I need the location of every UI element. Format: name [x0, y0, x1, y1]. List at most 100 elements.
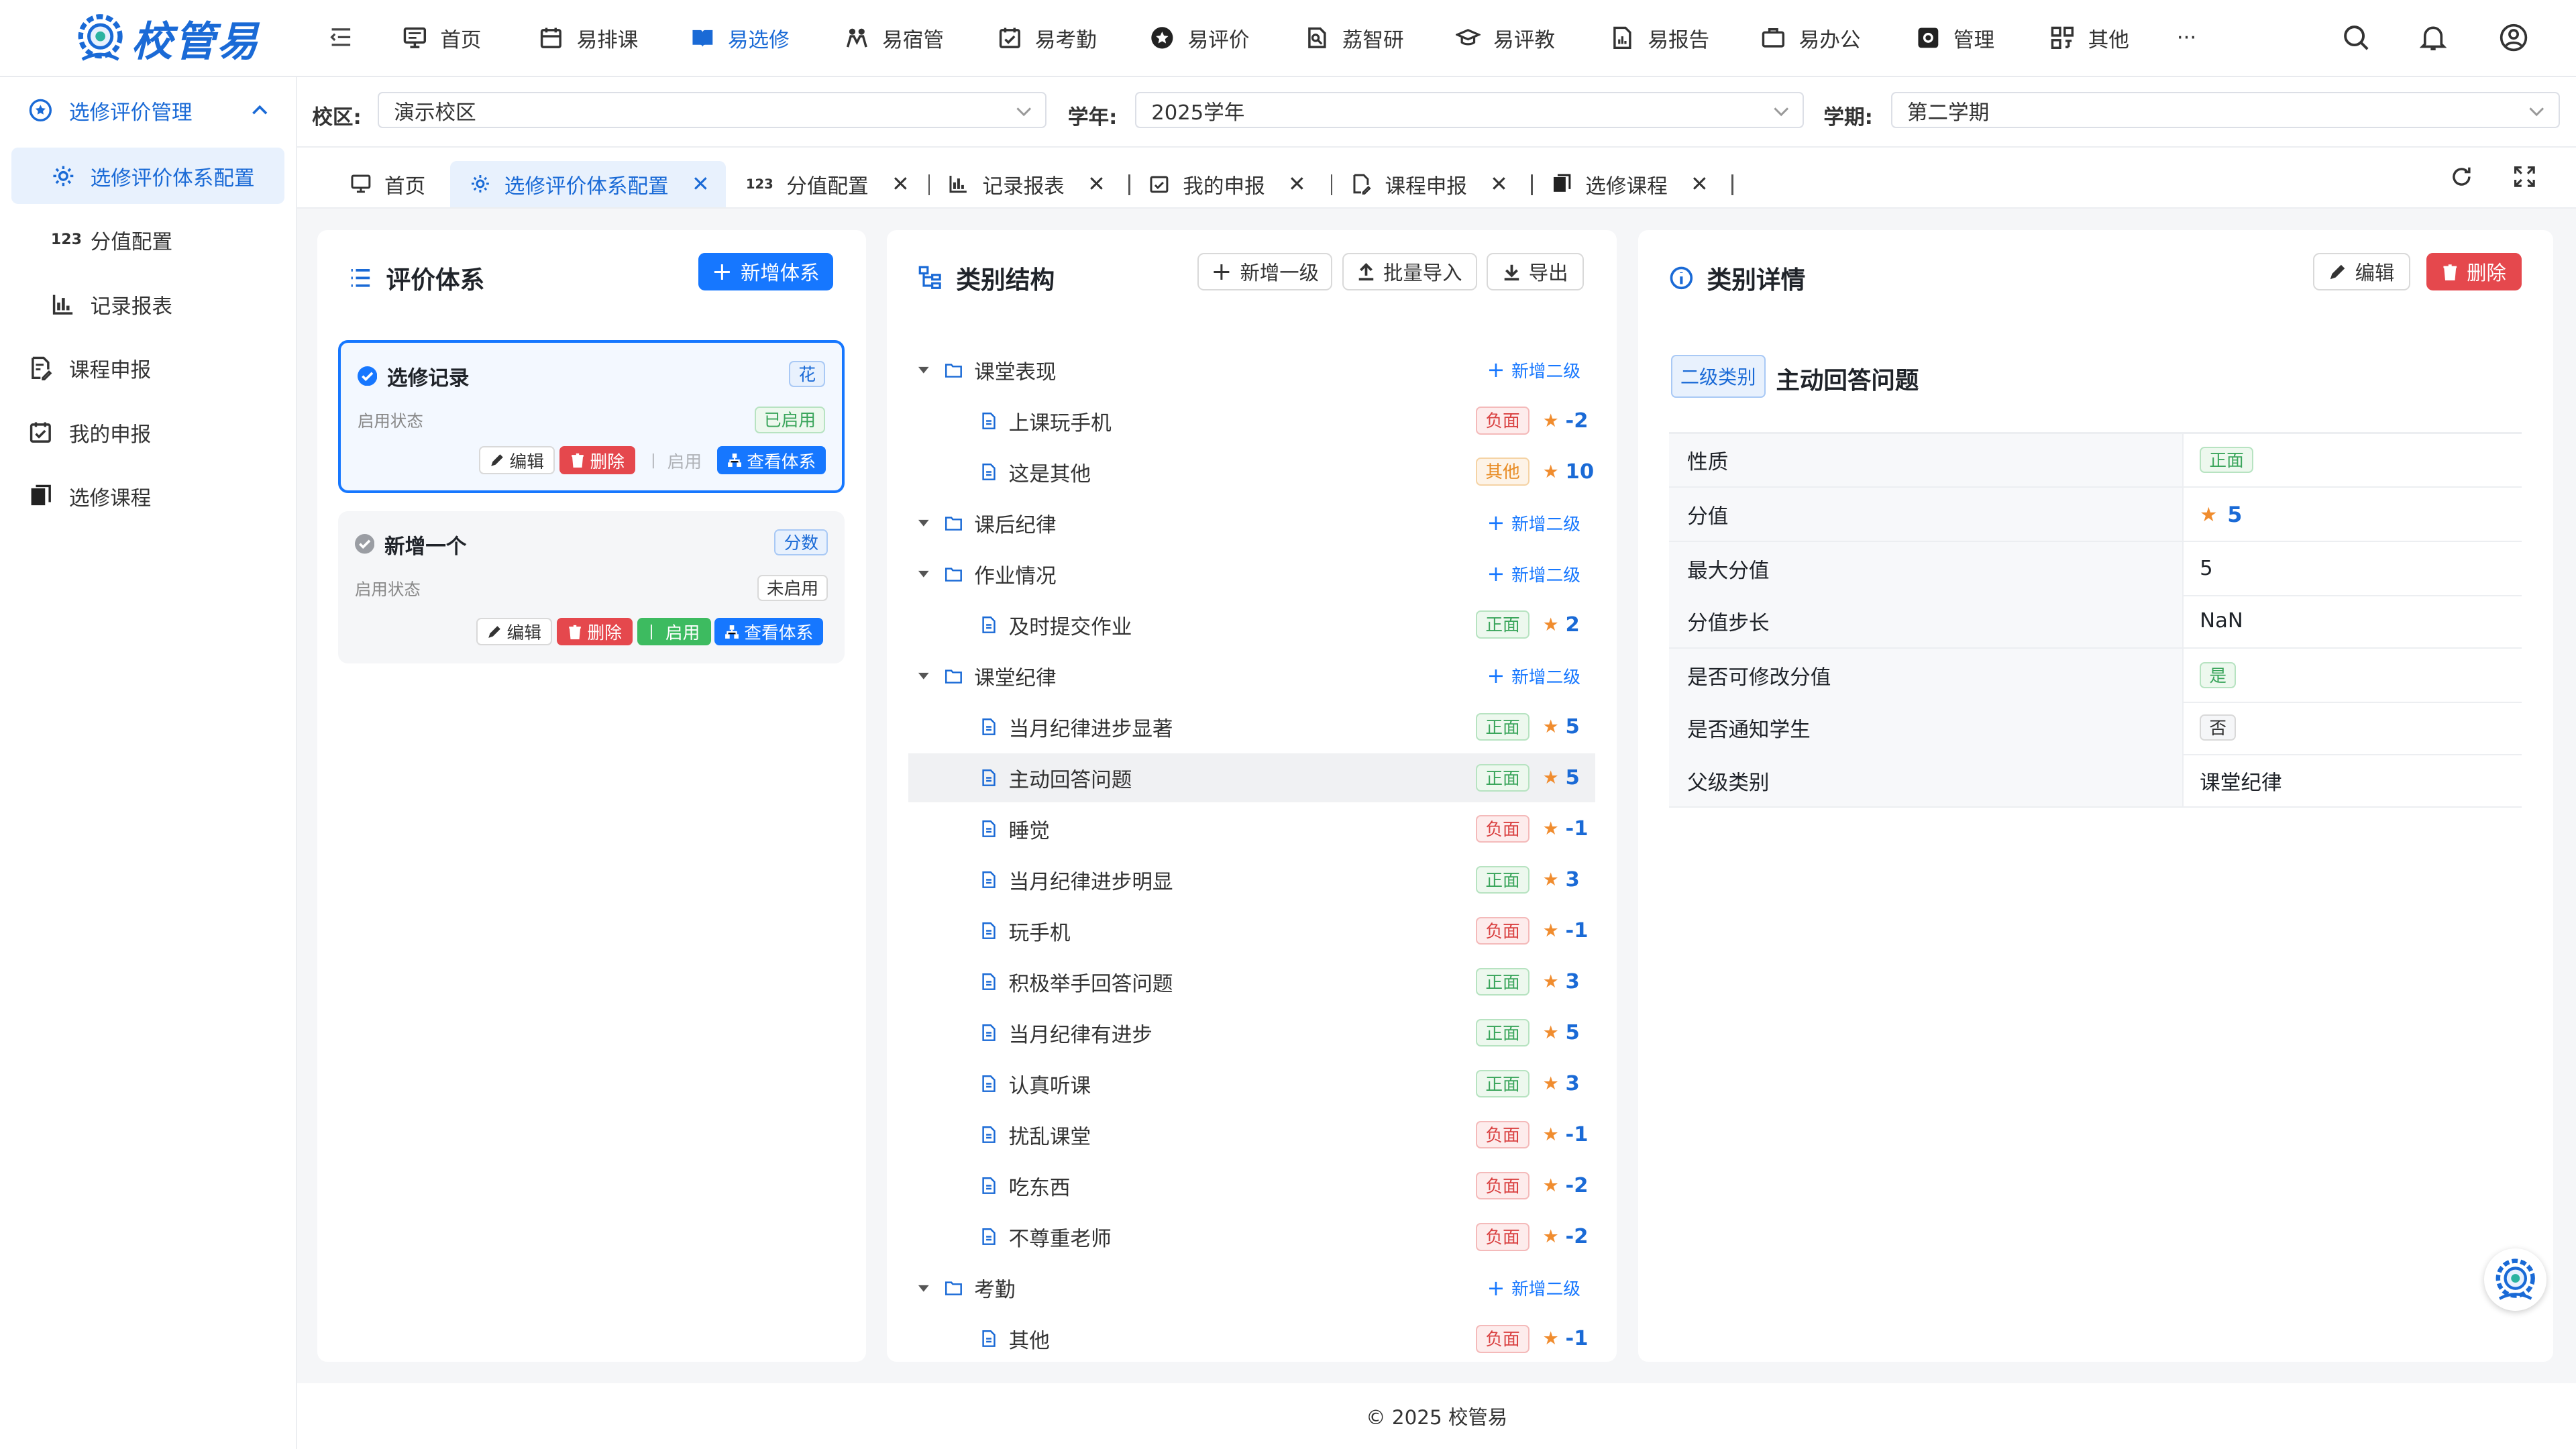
sidebar-item-eval-config[interactable]: 选修评价体系配置: [11, 148, 284, 204]
tab-eval-config[interactable]: 选修评价体系配置 ✕: [450, 160, 727, 207]
nav-dorm[interactable]: 易宿管: [845, 0, 944, 76]
add-sub-category-button[interactable]: + 新增二级: [1487, 1275, 1580, 1301]
sidebar-item-records-report[interactable]: 记录报表: [11, 276, 284, 331]
tree-item-row[interactable]: 当月纪律有进步 正面 ★ 5: [908, 1008, 1595, 1057]
nav-more[interactable]: ···: [2177, 0, 2196, 76]
tab-score-config[interactable]: 123 分值配置 ✕: [746, 161, 910, 207]
export-button[interactable]: 导出: [1487, 253, 1584, 291]
nav-teaching-eval[interactable]: 易评教: [1455, 0, 1555, 76]
sidebar-item-course-apply[interactable]: 课程申报: [11, 340, 284, 396]
tree-item-row[interactable]: 认真听课 正面 ★ 3: [908, 1059, 1595, 1108]
nav-research[interactable]: 荔智研: [1305, 0, 1404, 76]
tab-divider: [1330, 174, 1333, 196]
tree-group-row[interactable]: 考勤 + 新增二级: [908, 1263, 1595, 1312]
document-icon: [981, 616, 996, 633]
tree-item-row[interactable]: 主动回答问题 正面 ★ 5: [908, 753, 1595, 803]
caret-down-icon[interactable]: [917, 669, 930, 682]
tab-close-icon[interactable]: ✕: [1087, 171, 1106, 197]
edit-button[interactable]: 编辑: [476, 617, 552, 646]
logo[interactable]: 校管易: [72, 7, 260, 69]
nav-electives[interactable]: 易选修: [690, 0, 790, 76]
nav-office[interactable]: 易办公: [1761, 0, 1860, 76]
tree-item-row[interactable]: 及时提交作业 正面 ★ 2: [908, 600, 1595, 649]
tab-close-icon[interactable]: ✕: [692, 171, 710, 197]
nav-attendance[interactable]: 易考勤: [998, 0, 1097, 76]
tab-records-report[interactable]: 记录报表 ✕: [948, 161, 1106, 207]
tab-course-apply[interactable]: 课程申报 ✕: [1350, 161, 1508, 207]
edit-category-button[interactable]: 编辑: [2313, 253, 2410, 291]
tab-home[interactable]: 首页: [347, 161, 435, 207]
nav-admin[interactable]: 管理: [1916, 0, 1994, 76]
tree-item-row[interactable]: 这是其他 其他 ★ 10: [908, 447, 1595, 496]
caret-down-icon[interactable]: [917, 567, 930, 580]
tree-item-row[interactable]: 扰乱课堂 负面 ★ -1: [908, 1110, 1595, 1159]
sidebar-group-elective-eval[interactable]: 选修评价管理: [11, 82, 284, 138]
nav-report[interactable]: 易报告: [1610, 0, 1709, 76]
enable-button-disabled[interactable]: | 启用: [642, 446, 711, 474]
sidebar-item-score-config[interactable]: 123 分值配置: [11, 212, 284, 268]
enable-button[interactable]: | 启用: [637, 617, 712, 646]
tree-item-row[interactable]: 其他 负面 ★ -1: [908, 1314, 1595, 1363]
panel-title-text: 评价体系: [386, 265, 485, 294]
tree-item-row[interactable]: 当月纪律进步显著 正面 ★ 5: [908, 702, 1595, 751]
tree-item-row[interactable]: 积极举手回答问题 正面 ★ 3: [908, 957, 1595, 1006]
year-select[interactable]: 2025学年: [1135, 92, 1804, 128]
nav-other[interactable]: 其他: [2050, 0, 2129, 76]
tree-group-row[interactable]: 课堂表现 + 新增二级: [908, 345, 1595, 394]
delete-button[interactable]: 删除: [557, 617, 633, 646]
collapse-sidebar-icon[interactable]: [329, 25, 354, 50]
tree-item-row[interactable]: 吃东西 负面 ★ -2: [908, 1161, 1595, 1210]
tree-group-row[interactable]: 课后纪律 + 新增二级: [908, 498, 1595, 547]
delete-category-button[interactable]: 删除: [2426, 253, 2522, 291]
add-sub-category-button[interactable]: + 新增二级: [1487, 357, 1580, 382]
score-display: ★ 5: [1543, 766, 1589, 790]
nav-scheduling[interactable]: 易排课: [539, 0, 638, 76]
tab-close-icon[interactable]: ✕: [1288, 171, 1306, 197]
tree-item-row[interactable]: 不尊重老师 负面 ★ -2: [908, 1212, 1595, 1261]
tree-item-row[interactable]: 睡觉 负面 ★ -1: [908, 804, 1595, 853]
tab-my-apply[interactable]: 我的申报 ✕: [1148, 161, 1306, 207]
caret-down-icon[interactable]: [917, 516, 930, 529]
caret-down-icon[interactable]: [917, 1281, 930, 1295]
sidebar-item-elective-courses[interactable]: 选修课程: [11, 468, 284, 524]
view-system-button[interactable]: 查看体系: [714, 617, 823, 646]
edit-button[interactable]: 编辑: [479, 446, 555, 474]
tab-close-icon[interactable]: ✕: [1490, 171, 1508, 197]
refresh-icon[interactable]: [2449, 164, 2474, 189]
system-card[interactable]: 选修记录 花 启用状态 已启用 编辑 删除 | 启用 查看体系: [338, 339, 845, 493]
add-system-button[interactable]: + 新增体系: [698, 253, 833, 291]
batch-import-button[interactable]: 批量导入: [1342, 253, 1477, 291]
status-label: 启用状态: [357, 411, 423, 431]
tree-item-row[interactable]: 当月纪律进步明显 正面 ★ 3: [908, 855, 1595, 904]
term-select[interactable]: 第二学期: [1890, 92, 2560, 128]
tree-group-row[interactable]: 课堂纪律 + 新增二级: [908, 651, 1595, 700]
nav-evaluation[interactable]: 易评价: [1150, 0, 1249, 76]
tree-item-row[interactable]: 玩手机 负面 ★ -1: [908, 906, 1595, 955]
tree-group-row[interactable]: 作业情况 + 新增二级: [908, 549, 1595, 598]
caret-down-icon[interactable]: [917, 363, 930, 376]
add-sub-category-button[interactable]: + 新增二级: [1487, 510, 1580, 535]
add-sub-category-button[interactable]: + 新增二级: [1487, 561, 1580, 586]
delete-button[interactable]: 删除: [559, 446, 635, 474]
system-card[interactable]: 新增一个 分数 启用状态 未启用 编辑 删除 | 启用 查看体系: [338, 511, 845, 664]
score-value: 3: [1565, 970, 1580, 994]
sidebar-item-my-apply[interactable]: 我的申报: [11, 404, 284, 460]
logo-emblem-icon: [2496, 1258, 2535, 1300]
nav-home[interactable]: 首页: [402, 0, 482, 76]
view-system-button[interactable]: 查看体系: [717, 446, 826, 474]
tree-item-row[interactable]: 上课玩手机 负面 ★ -2: [908, 396, 1595, 445]
add-sub-category-button[interactable]: + 新增二级: [1487, 663, 1580, 688]
category-detail-panel: 类别详情 编辑 删除 二级类别 主动回答问题 性质 正面 分值 ★ 5 最大分值…: [1638, 229, 2553, 1362]
nav-research-label: 荔智研: [1342, 28, 1404, 52]
search-icon[interactable]: [2341, 23, 2371, 52]
bell-icon[interactable]: [2418, 23, 2448, 52]
tab-close-icon[interactable]: ✕: [892, 171, 910, 197]
user-avatar-icon[interactable]: [2499, 23, 2528, 52]
fullscreen-icon[interactable]: [2512, 164, 2537, 189]
add-level1-button[interactable]: + 新增一级: [1197, 253, 1333, 291]
campus-select[interactable]: 演示校区: [378, 92, 1046, 128]
floating-assistant-button[interactable]: [2483, 1248, 2546, 1311]
tree-item-label: 及时提交作业: [1008, 615, 1132, 639]
tab-close-icon[interactable]: ✕: [1690, 171, 1709, 197]
tab-elective-courses[interactable]: 选修课程 ✕: [1551, 161, 1709, 207]
